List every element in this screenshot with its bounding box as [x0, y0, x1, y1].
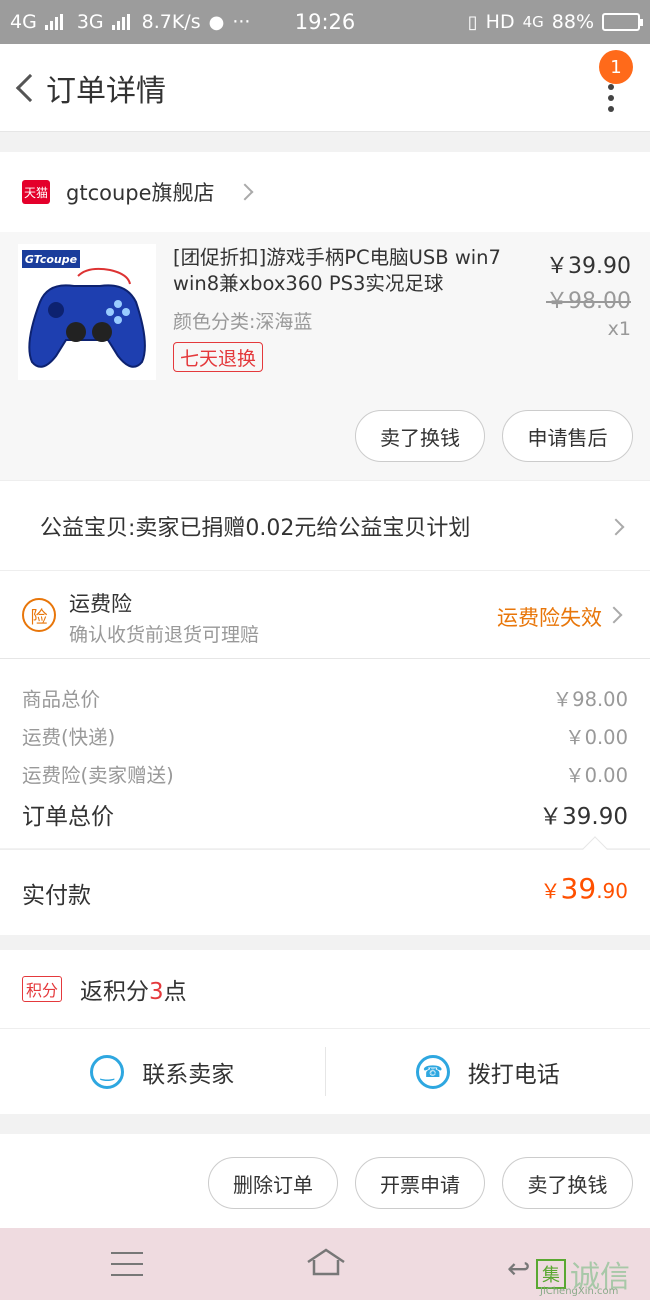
signal-icon — [44, 14, 63, 30]
product-item: GTcoupe [团促折扣]游戏手柄PC电脑USB win7 win8兼xbox… — [0, 232, 650, 480]
sell-button[interactable]: 卖了换钱 — [502, 1157, 633, 1209]
back-nav-icon[interactable]: ↩ — [507, 1252, 530, 1285]
product-spec: 颜色分类:深海蓝 — [173, 311, 313, 333]
product-image[interactable]: GTcoupe — [18, 244, 156, 380]
original-price: ￥98.00 — [546, 289, 631, 314]
phone-icon: ☎ — [415, 1054, 450, 1089]
after-sale-button[interactable]: 申请售后 — [502, 410, 633, 462]
summary-label: 商品总价 — [22, 688, 101, 711]
paid-integer: 39 — [560, 872, 597, 905]
shipping-insurance-row[interactable]: 险 运费险 确认收货前退货可理赔 运费险失效 — [0, 570, 650, 658]
insurance-status: 运费险失效 — [497, 606, 602, 630]
hd-label: HD — [485, 11, 515, 33]
signal-icon — [111, 14, 130, 30]
chat-face-icon: ‿ — [90, 1054, 125, 1089]
back-button[interactable] — [2, 44, 46, 132]
battery-icon — [602, 13, 643, 31]
summary-row: 商品总价 ￥98.00 — [22, 683, 628, 712]
call-phone-label: 拨打电话 — [467, 1061, 560, 1088]
contact-seller-label: 联系卖家 — [142, 1061, 235, 1088]
network-type-1: 4G — [10, 11, 37, 33]
product-price: ￥39.90 — [546, 254, 631, 279]
insurance-title: 运费险 — [69, 592, 132, 616]
points-text: 返积分3点 — [80, 972, 187, 1006]
summary-row: 运费险(卖家赠送) ￥0.00 — [22, 759, 628, 788]
product-title[interactable]: [团促折扣]游戏手柄PC电脑USB win7 win8兼xbox360 PS3实… — [173, 245, 523, 297]
app-header: 订单详情 1 — [0, 44, 650, 132]
chevron-right-icon — [605, 606, 623, 624]
home-icon[interactable] — [306, 1248, 346, 1276]
contact-seller-button[interactable]: ‿ 联系卖家 — [0, 1029, 325, 1114]
paid-amount-row: 实付款 ￥39.90 — [0, 836, 650, 935]
points-tag: 积分 — [22, 976, 63, 1002]
paid-label: 实付款 — [22, 883, 91, 909]
summary-row: 运费(快递) ￥0.00 — [22, 721, 628, 750]
points-suffix: 点 — [163, 979, 187, 1005]
network-type-3: 4G — [522, 13, 544, 31]
more-dots: ··· — [232, 11, 251, 33]
chevron-right-icon — [607, 518, 625, 536]
invoice-request-button[interactable]: 开票申请 — [355, 1157, 485, 1209]
charity-text: 公益宝贝:卖家已捐赠0.02元给公益宝贝计划 — [40, 515, 471, 541]
summary-value: ￥0.00 — [565, 764, 628, 787]
sell-button[interactable]: 卖了换钱 — [355, 410, 485, 462]
chevron-left-icon — [15, 73, 45, 102]
watermark-url: JiChengXin.com — [540, 1286, 619, 1297]
charity-row[interactable]: 公益宝贝:卖家已捐赠0.02元给公益宝贝计划 — [0, 480, 650, 570]
points-row: 积分 返积分3点 — [0, 950, 650, 1028]
notification-badge: 1 — [599, 50, 633, 84]
summary-value: ￥0.00 — [565, 726, 628, 749]
page-title: 订单详情 — [46, 73, 166, 109]
brand-logo: GTcoupe — [22, 250, 80, 268]
return-policy-tag: 七天退换 — [173, 342, 264, 372]
chevron-right-icon — [236, 183, 254, 201]
network-speed: 8.7K/s — [141, 11, 201, 33]
order-total-value: ￥39.90 — [539, 804, 628, 830]
delete-order-button[interactable]: 删除订单 — [208, 1157, 338, 1209]
vibrate-icon: ▯ — [467, 11, 478, 33]
currency-symbol: ￥ — [540, 879, 561, 903]
summary-label: 运费(快递) — [22, 726, 116, 749]
shop-row[interactable]: 天猫 gtcoupe旗舰店 — [0, 152, 650, 232]
menu-icon[interactable] — [111, 1252, 143, 1276]
insurance-icon: 险 — [22, 598, 56, 632]
contact-bar: ‿ 联系卖家 ☎ 拨打电话 — [0, 1028, 650, 1114]
order-total-label: 订单总价 — [22, 804, 114, 830]
qq-icon: ● — [208, 11, 225, 33]
price-summary: 商品总价 ￥98.00 运费(快递) ￥0.00 运费险(卖家赠送) ￥0.00… — [0, 658, 650, 848]
paid-amount: ￥39.90 — [541, 872, 628, 905]
network-type-2: 3G — [76, 11, 104, 33]
battery-percent: 88% — [551, 11, 594, 33]
summary-label: 运费险(卖家赠送) — [22, 764, 174, 787]
tmall-icon: 天猫 — [22, 180, 50, 204]
more-menu-button[interactable] — [606, 84, 616, 112]
product-quantity: x1 — [607, 318, 631, 340]
order-actions: 删除订单 开票申请 卖了换钱 — [0, 1134, 650, 1228]
points-number: 3 — [149, 979, 164, 1005]
points-prefix: 返积分 — [80, 979, 150, 1005]
watermark-mark: 集 — [536, 1259, 566, 1289]
call-phone-button[interactable]: ☎ 拨打电话 — [326, 1029, 650, 1114]
paid-decimal: .90 — [596, 879, 628, 903]
insurance-subtitle: 确认收货前退货可理赔 — [69, 624, 260, 646]
shop-name: gtcoupe旗舰店 — [66, 181, 215, 205]
summary-value: ￥98.00 — [552, 688, 628, 711]
status-bar: 4G 3G 8.7K/s ● ··· 19:26 ▯ HD 4G 88% — [0, 0, 650, 44]
order-total-row: 订单总价 ￥39.90 — [22, 797, 628, 831]
